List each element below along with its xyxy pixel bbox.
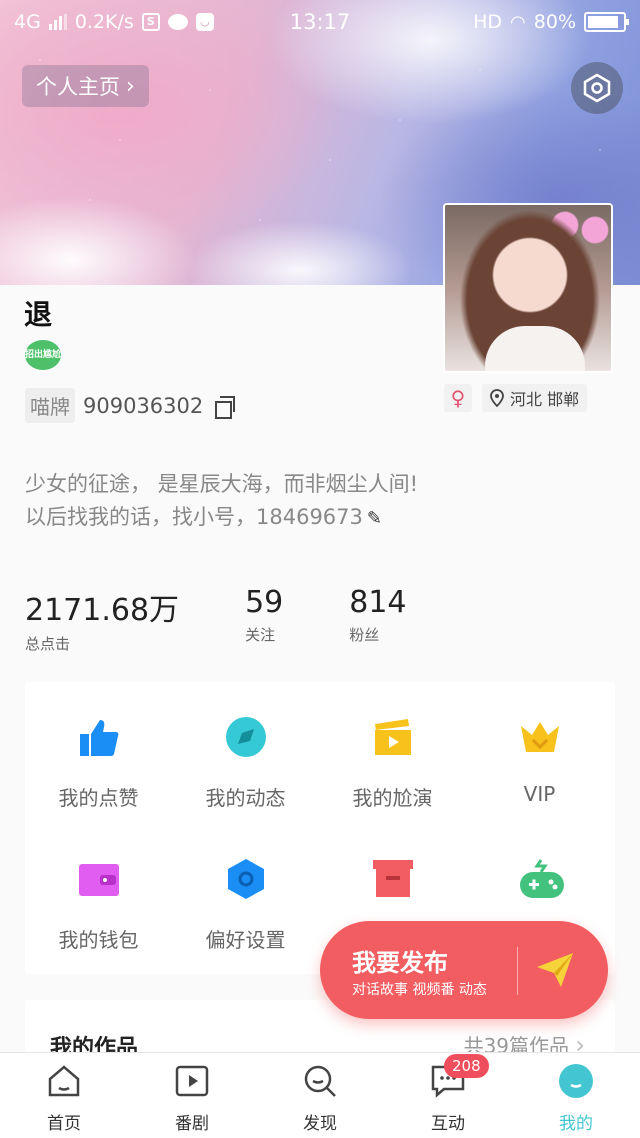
search-icon — [302, 1063, 338, 1099]
stat-value: 2171.68万 — [25, 593, 180, 628]
location-tag: 河北 邯郸 — [482, 384, 588, 412]
nav-series[interactable]: 番剧 — [128, 1063, 256, 1134]
stat-followers[interactable]: 814 粉丝 — [349, 585, 406, 654]
avatar[interactable] — [443, 203, 613, 373]
play-icon — [174, 1063, 210, 1099]
stat-label: 关注 — [245, 626, 276, 644]
chevron-right-icon: › — [126, 73, 135, 99]
battery-icon — [584, 12, 629, 32]
paper-plane-icon — [535, 951, 575, 989]
id-tag: 喵牌 — [25, 388, 75, 423]
settings-button[interactable] — [571, 62, 623, 114]
grid-item-game[interactable] — [466, 858, 613, 924]
grid-label: 偏好设置 — [205, 928, 286, 952]
grid-item-wallet[interactable]: 我的钱包 — [25, 858, 172, 953]
grid-label: VIP — [523, 782, 556, 806]
thumbs-up-icon — [78, 716, 120, 758]
stat-following[interactable]: 59 关注 — [245, 585, 283, 654]
grid-label: 我的尬演 — [352, 786, 433, 810]
location-text: 河北 邯郸 — [510, 390, 580, 409]
personal-homepage-button[interactable]: 个人主页 › — [22, 65, 149, 107]
id-number: 909036302 — [83, 393, 204, 418]
edit-pencil-icon[interactable]: ✎ — [367, 508, 382, 529]
home-icon — [46, 1063, 82, 1099]
clapperboard-icon — [372, 716, 414, 758]
nav-label: 发现 — [303, 1114, 337, 1134]
compass-icon — [225, 716, 267, 758]
nav-label: 首页 — [47, 1114, 81, 1134]
nav-me[interactable]: 我的 — [512, 1063, 640, 1134]
bio: 少女的征途， 是星辰大海，而非烟尘人间! 以后找我的话，找小号，18469673… — [25, 468, 418, 535]
box-icon — [372, 858, 414, 900]
nav-label: 番剧 — [175, 1114, 209, 1134]
publish-title: 我要发布 — [352, 949, 448, 977]
nav-label: 互动 — [431, 1114, 465, 1134]
stat-label: 总点击 — [25, 635, 71, 653]
stat-value: 59 — [245, 585, 284, 620]
stat-label: 粉丝 — [349, 626, 380, 644]
grid-item-box[interactable] — [319, 858, 466, 924]
grid-item-preferences[interactable]: 偏好设置 — [172, 858, 319, 953]
publish-subtitle: 对话故事 视频番 动态 — [352, 982, 487, 998]
stat-value: 814 — [349, 585, 407, 620]
settings-hexagon-icon — [583, 73, 611, 103]
publish-button[interactable]: 我要发布 对话故事 视频番 动态 — [320, 921, 608, 1019]
nav-label: 我的 — [559, 1114, 593, 1134]
bottom-nav: 首页 番剧 发现 互动 我的 — [0, 1052, 640, 1138]
grid-label: 我的动态 — [205, 786, 286, 810]
personal-homepage-label: 个人主页 — [36, 75, 120, 99]
grid-item-vip[interactable]: VIP — [466, 716, 613, 806]
bio-line: 少女的征途， 是星辰大海，而非烟尘人间! — [25, 472, 419, 496]
publish-divider — [517, 947, 518, 995]
id-row: 喵牌 909036302 — [25, 388, 236, 423]
grid-item-moments[interactable]: 我的动态 — [172, 716, 319, 811]
location-pin-icon — [490, 389, 504, 407]
crown-icon — [519, 716, 561, 758]
stats-row: 2171.68万 总点击 59 关注 814 粉丝 — [25, 585, 473, 654]
grid-label: 我的点赞 — [58, 786, 139, 810]
gamepad-icon — [519, 858, 564, 900]
status-bar: 4G 0.2K/s S ◡ 13:17 HD ◠ 80% — [0, 0, 640, 44]
grid-label: 我的钱包 — [58, 928, 139, 952]
level-badge[interactable]: 招出尴尬 — [25, 340, 61, 370]
wallet-icon — [78, 858, 120, 900]
nav-discover[interactable]: 发现 — [256, 1063, 384, 1134]
hexagon-settings-icon — [225, 858, 267, 900]
profile-name: 退 — [24, 298, 53, 331]
me-icon — [558, 1063, 594, 1099]
profile-screen: 4G 0.2K/s S ◡ 13:17 HD ◠ 80% 个人主页 › 退 招出… — [0, 0, 640, 1138]
copy-icon[interactable] — [215, 395, 236, 419]
nav-home[interactable]: 首页 — [0, 1063, 128, 1134]
grid-item-performances[interactable]: 我的尬演 — [319, 716, 466, 811]
bio-line: 以后找我的话，找小号，18469673 — [25, 505, 363, 529]
clock: 13:17 — [289, 10, 351, 34]
stat-total-clicks: 2171.68万 总点击 — [25, 585, 179, 654]
notification-badge: 208 — [444, 1054, 489, 1078]
grid-item-likes[interactable]: 我的点赞 — [25, 716, 172, 811]
gender-female-icon: ♀ — [444, 384, 472, 412]
